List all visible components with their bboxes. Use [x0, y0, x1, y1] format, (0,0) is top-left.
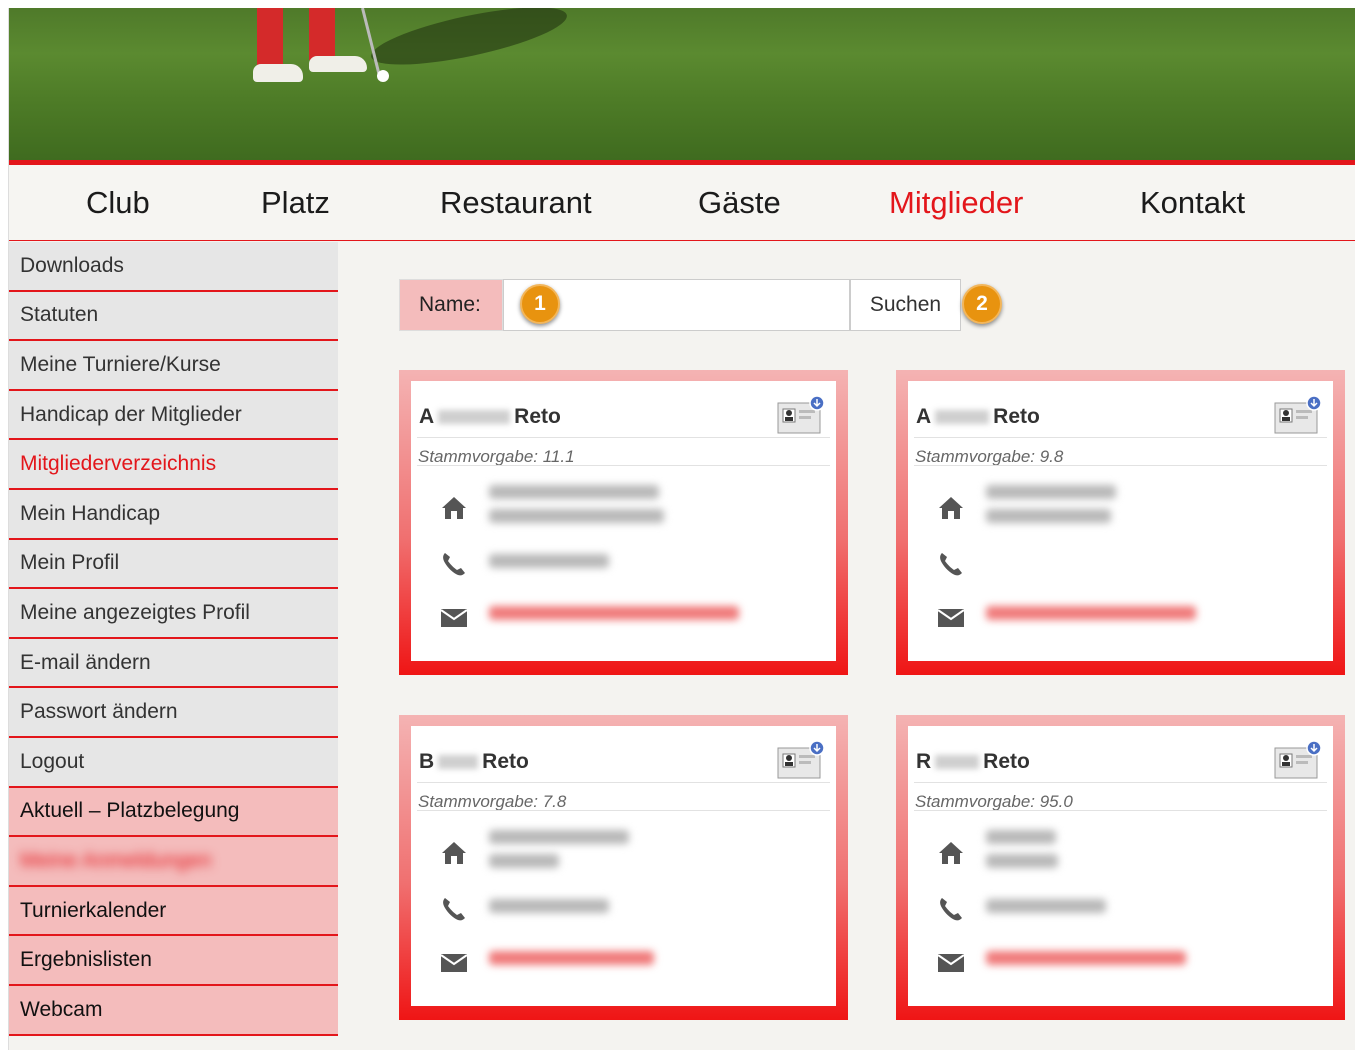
name-label: Name:	[399, 279, 503, 331]
sidebar-item-logout[interactable]: Logout	[9, 737, 338, 788]
sidebar-item-angezeigtes-profil[interactable]: Meine angezeigtes Profil	[9, 589, 338, 639]
sidebar-item-handicap-mitglieder[interactable]: Handicap der Mitglieder	[9, 390, 338, 441]
sidebar-item-mein-profil[interactable]: Mein Profil	[9, 539, 338, 590]
sidebar-item-blurred[interactable]: Meine Anmeldungen	[9, 837, 338, 887]
member-handicap: Stammvorgabe: 7.8	[418, 792, 567, 811]
main-navigation: Club Platz Restaurant Gäste Mitglieder K…	[9, 165, 1355, 241]
envelope-icon	[440, 954, 468, 972]
envelope-icon	[440, 609, 468, 627]
callout-badge-2: 2	[962, 284, 1002, 324]
home-icon	[442, 842, 466, 864]
sidebar-item-meine-turniere[interactable]: Meine Turniere/Kurse	[9, 341, 338, 391]
member-name: A Reto	[916, 405, 1040, 428]
home-icon	[442, 497, 466, 519]
vcard-download-icon[interactable]	[1273, 740, 1323, 780]
member-card: A Reto Stammvorgabe: 11.1	[399, 370, 848, 675]
nav-item-kontakt[interactable]: Kontakt	[1140, 185, 1245, 221]
phone-icon	[940, 553, 962, 576]
nav-item-club[interactable]: Club	[86, 185, 150, 221]
member-handicap: Stammvorgabe: 95.0	[915, 792, 1073, 811]
member-card: R Reto Stammvorgabe: 95.0	[896, 715, 1345, 1020]
sidebar: Downloads Statuten Meine Turniere/Kurse …	[9, 242, 338, 1036]
sidebar-item-statuten[interactable]: Statuten	[9, 291, 338, 342]
member-name: A Reto	[419, 405, 561, 428]
nav-item-gaeste[interactable]: Gäste	[698, 185, 781, 221]
member-card: B Reto Stammvorgabe: 7.8	[399, 715, 848, 1020]
sidebar-item-webcam[interactable]: Webcam	[9, 985, 338, 1036]
member-card: A Reto Stammvorgabe: 9.8	[896, 370, 1345, 675]
member-name: B Reto	[419, 750, 529, 773]
member-search: Name: Suchen	[399, 279, 961, 331]
phone-icon	[443, 898, 465, 921]
sidebar-item-email-aendern[interactable]: E-mail ändern	[9, 638, 338, 689]
vcard-download-icon[interactable]	[776, 395, 826, 435]
envelope-icon	[937, 954, 965, 972]
header-banner-image	[9, 8, 1355, 160]
nav-item-platz[interactable]: Platz	[261, 185, 330, 221]
envelope-icon	[937, 609, 965, 627]
page-frame: Club Platz Restaurant Gäste Mitglieder K…	[8, 8, 1355, 1050]
sidebar-item-ergebnislisten[interactable]: Ergebnislisten	[9, 936, 338, 986]
phone-icon	[443, 553, 465, 576]
sidebar-item-turnierkalender[interactable]: Turnierkalender	[9, 886, 338, 937]
sidebar-item-platzbelegung[interactable]: Aktuell – Platzbelegung	[9, 787, 338, 838]
sidebar-item-mein-handicap[interactable]: Mein Handicap	[9, 489, 338, 540]
home-icon	[939, 842, 963, 864]
vcard-download-icon[interactable]	[1273, 395, 1323, 435]
search-button[interactable]: Suchen	[850, 279, 961, 331]
member-handicap: Stammvorgabe: 11.1	[418, 447, 575, 466]
nav-item-restaurant[interactable]: Restaurant	[440, 185, 592, 221]
member-name: R Reto	[916, 750, 1030, 773]
member-handicap: Stammvorgabe: 9.8	[915, 447, 1064, 466]
phone-icon	[940, 898, 962, 921]
home-icon	[939, 497, 963, 519]
sidebar-item-mitgliederverzeichnis[interactable]: Mitgliederverzeichnis	[9, 440, 338, 490]
callout-badge-1: 1	[520, 284, 560, 324]
sidebar-item-downloads[interactable]: Downloads	[9, 242, 338, 292]
vcard-download-icon[interactable]	[776, 740, 826, 780]
nav-item-mitglieder[interactable]: Mitglieder	[889, 185, 1023, 221]
sidebar-item-passwort-aendern[interactable]: Passwort ändern	[9, 688, 338, 738]
